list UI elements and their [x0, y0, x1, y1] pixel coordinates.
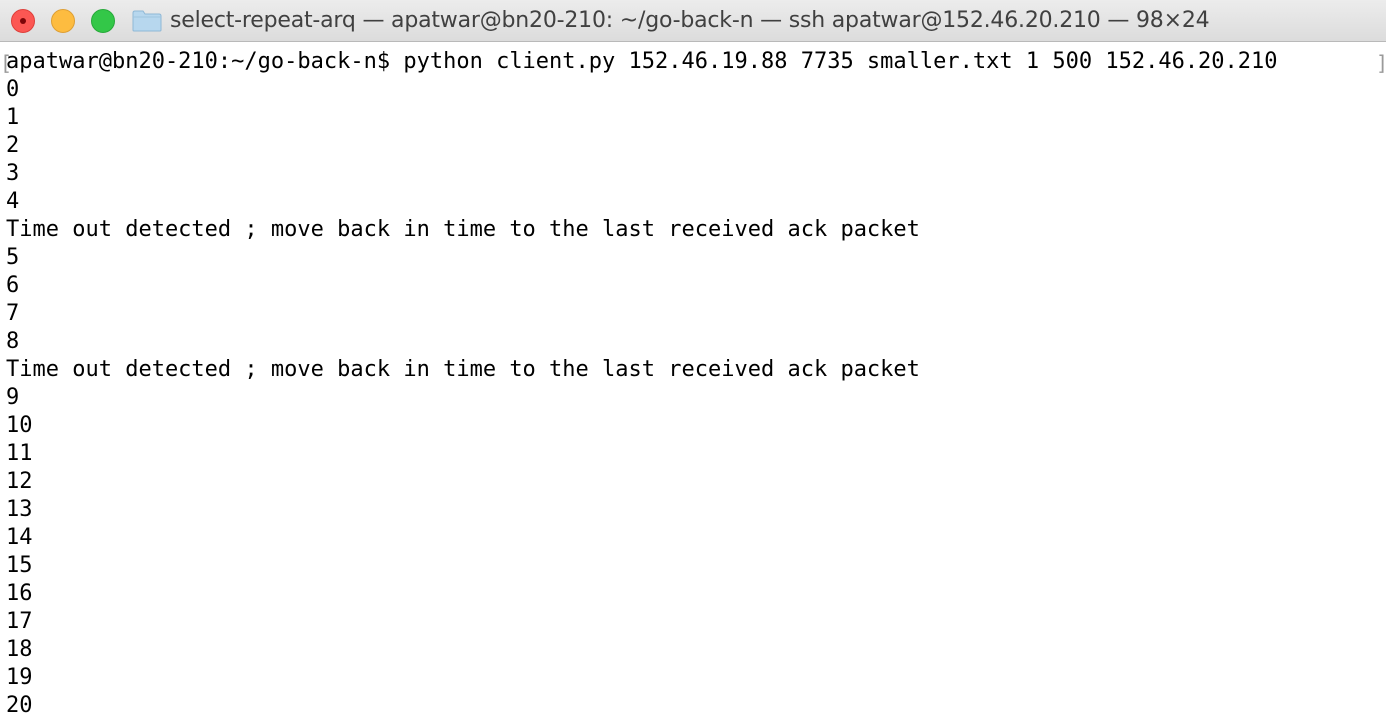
output-line: 18: [6, 637, 33, 662]
folder-icon: [132, 10, 162, 32]
output-line: 13: [6, 497, 33, 522]
window-title: select-repeat-arq — apatwar@bn20-210: ~/…: [170, 8, 1210, 33]
timeout-message: Time out detected ; move back in time to…: [6, 357, 920, 382]
output-line: 16: [6, 581, 33, 606]
minimize-window-button[interactable]: [51, 9, 75, 33]
output-line: 17: [6, 609, 33, 634]
command-line: apatwar@bn20-210:~/go-back-n$ python cli…: [6, 49, 1278, 74]
output-line: 1: [6, 105, 20, 130]
output-line: 19: [6, 665, 33, 690]
output-line: 10: [6, 413, 33, 438]
close-window-button[interactable]: [11, 9, 35, 33]
output-line: 6: [6, 273, 20, 298]
title-bar[interactable]: select-repeat-arq — apatwar@bn20-210: ~/…: [0, 0, 1386, 42]
output-line: 12: [6, 469, 33, 494]
output-line: 11: [6, 441, 33, 466]
output-line: 4: [6, 189, 20, 214]
output-line: 0: [6, 77, 20, 102]
terminal-output[interactable]: apatwar@bn20-210:~/go-back-n$ python cli…: [0, 48, 1386, 728]
terminal-window: select-repeat-arq — apatwar@bn20-210: ~/…: [0, 0, 1386, 728]
output-line: 2: [6, 133, 20, 158]
output-line: 15: [6, 553, 33, 578]
output-line: 8: [6, 329, 20, 354]
timeout-message: Time out detected ; move back in time to…: [6, 217, 920, 242]
output-line: 20: [6, 693, 33, 718]
zoom-window-button[interactable]: [91, 9, 115, 33]
output-line: 7: [6, 301, 20, 326]
output-line: 14: [6, 525, 33, 550]
output-line: 5: [6, 245, 20, 270]
output-line: 3: [6, 161, 20, 186]
output-line: 9: [6, 385, 20, 410]
